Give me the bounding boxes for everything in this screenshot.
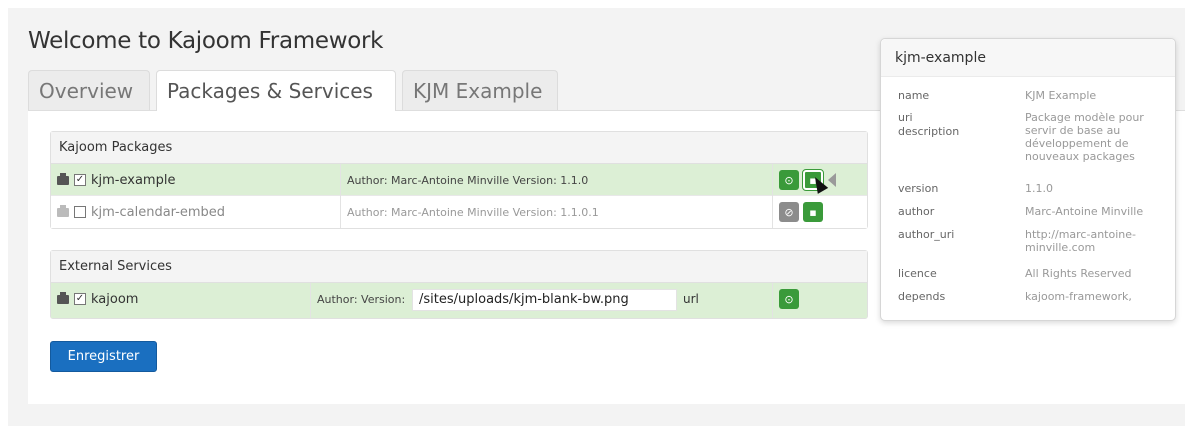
tab-overview[interactable]: Overview	[28, 70, 150, 110]
table-row: ✓ kjm-example Author: Marc-Antoine Minvi…	[51, 164, 867, 196]
popover-value: Marc-Antoine Minville	[1025, 205, 1144, 218]
table-row: ✓ kajoom Author: Version: /sites/uploads…	[51, 283, 867, 318]
popover-key: uri	[898, 111, 913, 124]
service-checkbox[interactable]: ✓	[74, 293, 86, 305]
services-heading: External Services	[51, 251, 867, 283]
briefcase-icon	[57, 204, 69, 217]
popover-key: name	[898, 89, 930, 102]
check-circle-icon[interactable]: ⊙	[779, 170, 799, 190]
ban-icon[interactable]: ⊘	[779, 202, 799, 222]
package-checkbox[interactable]: ✓	[74, 174, 86, 186]
table-row: kjm-calendar-embed Author: Marc-Antoine …	[51, 196, 867, 228]
popover-value: kajoom-framework,	[1025, 290, 1132, 303]
service-author: Author: Version:	[317, 292, 406, 306]
packages-heading: Kajoom Packages	[51, 132, 867, 164]
briefcase-icon	[57, 172, 69, 185]
popover-key: depends	[898, 290, 946, 303]
info-button[interactable]: ▪	[803, 202, 823, 222]
services-panel: External Services ✓ kajoom Author: Versi…	[50, 250, 868, 319]
service-path-input[interactable]: /sites/uploads/kjm-blank-bw.png	[412, 289, 677, 311]
popover-key: version	[898, 182, 939, 195]
tab-kjm-example[interactable]: KJM Example	[402, 70, 558, 110]
popover-value: All Rights Reserved	[1025, 267, 1132, 280]
popover-value: 1.1.0	[1025, 182, 1053, 195]
package-checkbox[interactable]	[74, 206, 86, 218]
popover-key: description	[898, 125, 960, 138]
tab-packages-services[interactable]: Packages & Services	[156, 70, 396, 111]
popover-title: kjm-example	[881, 39, 1175, 77]
popover-key: author_uri	[898, 228, 955, 241]
service-name: kajoom	[91, 291, 139, 307]
save-button[interactable]: Enregistrer	[50, 341, 157, 372]
package-name: kjm-calendar-embed	[91, 204, 226, 220]
popover-key: licence	[898, 267, 937, 280]
package-info-popover: kjm-example name KJM Example uri descrip…	[880, 38, 1176, 321]
check-circle-icon[interactable]: ⊙	[779, 289, 799, 309]
popover-value: KJM Example	[1025, 89, 1097, 102]
packages-panel: Kajoom Packages ✓ kjm-example Author: Ma…	[50, 131, 868, 229]
package-author: Author: Marc-Antoine Minville Version: 1…	[347, 205, 599, 219]
caret-left-icon	[828, 173, 836, 187]
briefcase-icon	[57, 291, 69, 304]
service-url-label: url	[683, 292, 699, 306]
package-name: kjm-example	[91, 172, 176, 188]
popover-key: author	[898, 205, 935, 218]
package-author: Author: Marc-Antoine Minville Version: 1…	[347, 173, 589, 187]
page-title: Welcome to Kajoom Framework	[28, 28, 384, 54]
popover-value: http://marc-antoine-minville.com	[1025, 228, 1136, 254]
popover-value: Package modèle pour servir de base au dé…	[1025, 111, 1144, 163]
